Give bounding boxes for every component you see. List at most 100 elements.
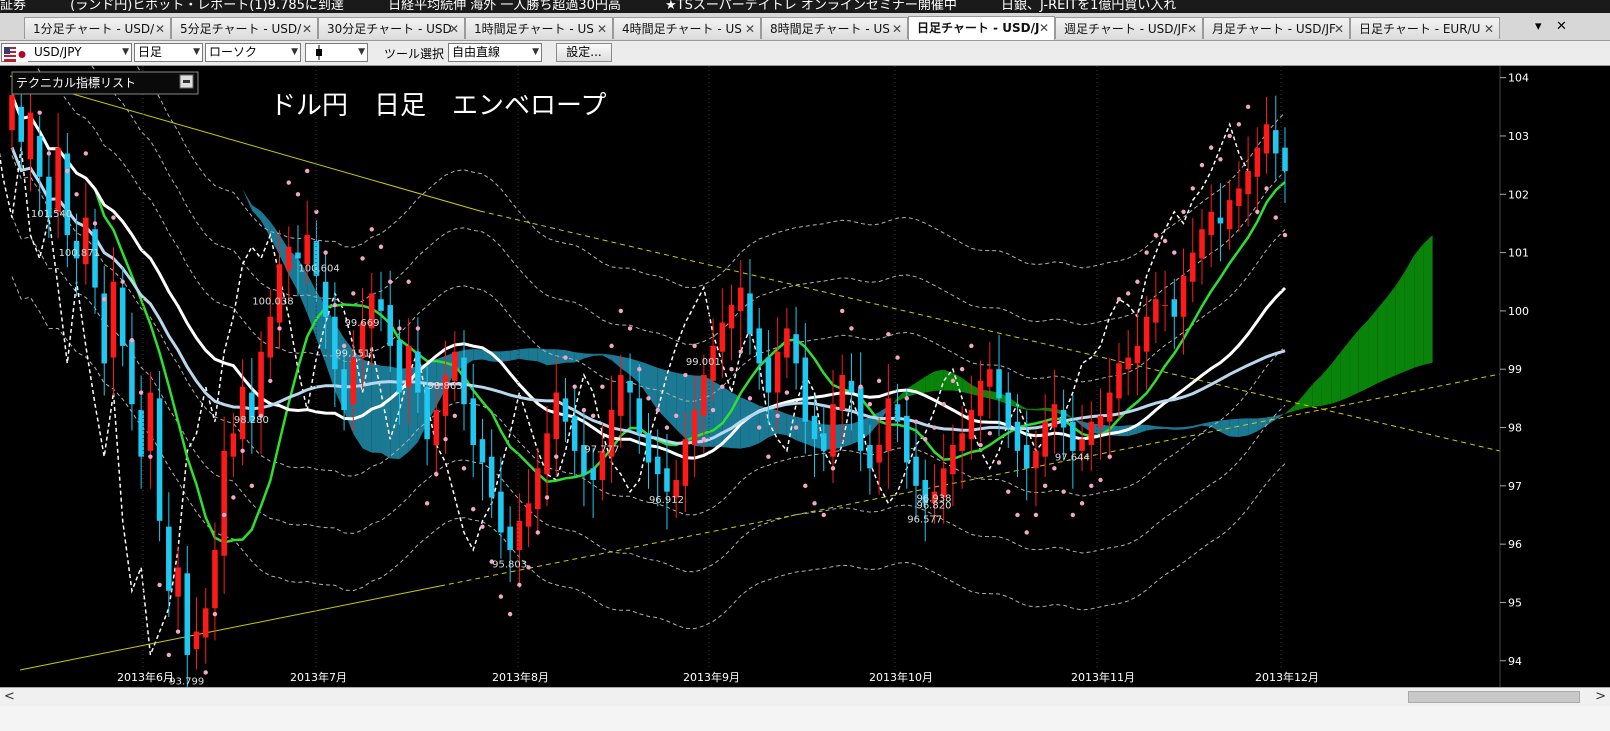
- sar-dot: [590, 413, 596, 419]
- tab-daily-usdjpy[interactable]: 日足チャート - USD/J ✕: [908, 16, 1055, 40]
- candle-body: [821, 433, 827, 451]
- sar-dot: [1061, 489, 1066, 494]
- candle-body: [765, 357, 772, 393]
- indicator-list-panel[interactable]: テクニカル指標リスト: [11, 71, 199, 95]
- status-footer: [0, 706, 1610, 731]
- horizontal-scrollbar[interactable]: < >: [0, 687, 1610, 706]
- price-annotation: 99.669: [345, 318, 380, 329]
- sar-dot: [969, 343, 974, 349]
- scroll-thumb[interactable]: [1408, 691, 1580, 703]
- sar-dot: [913, 419, 919, 424]
- sar-dot: [166, 652, 172, 658]
- sar-dot: [876, 378, 882, 384]
- sar-dot: [397, 326, 402, 331]
- tab-list-dropdown-icon[interactable]: ▾: [1535, 19, 1542, 34]
- ticker-item[interactable]: 日経平均続伸 海外 一人勝ち超過30円高: [388, 0, 621, 13]
- candle-body: [1199, 229, 1205, 259]
- candle-body: [959, 433, 965, 451]
- tab-1hour[interactable]: 1時間足チャート - US ✕: [465, 17, 613, 39]
- candle-body: [1153, 299, 1159, 323]
- close-icon[interactable]: ✕: [745, 18, 755, 39]
- timeframe-select[interactable]: 日足 ▼: [134, 43, 203, 62]
- close-icon[interactable]: ✕: [1187, 18, 1197, 39]
- candle-body: [571, 415, 578, 451]
- tab-30min[interactable]: 30分足チャート - USD ✕: [318, 17, 465, 39]
- y-tick-label: 100: [1508, 305, 1529, 318]
- tab-1min[interactable]: 1分足チャート - USD/✕: [24, 17, 171, 39]
- sar-dot: [1172, 250, 1177, 255]
- candle-body: [138, 410, 144, 457]
- sar-dot: [664, 425, 670, 430]
- close-all-icon[interactable]: ✕: [1556, 19, 1567, 34]
- cloud-segment: [528, 348, 538, 362]
- candle-body: [332, 316, 338, 370]
- close-icon[interactable]: ✕: [892, 18, 902, 39]
- tab-5min[interactable]: 5分足チャート - USD/✕: [171, 17, 318, 39]
- candle-body: [1180, 275, 1187, 317]
- symbol-select[interactable]: USD/JPY ▼: [1, 43, 132, 62]
- sar-dot: [240, 448, 245, 454]
- candle-body: [396, 340, 403, 393]
- candle-body: [1088, 421, 1095, 446]
- drawing-tool-select[interactable]: 自由直線 ▼: [448, 43, 542, 62]
- candle-body: [18, 106, 24, 142]
- price-chart[interactable]: 101.540 100.871 100.038 98.280 99.151 98.863 1…: [0, 66, 1610, 687]
- y-tick-label: 104: [1508, 72, 1529, 85]
- close-icon[interactable]: ✕: [1484, 18, 1494, 39]
- candle-body: [737, 287, 744, 311]
- close-icon[interactable]: ✕: [1039, 17, 1049, 39]
- x-tick-label: 2013年12月: [1255, 670, 1319, 684]
- tab-4hour[interactable]: 4時間足チャート - US ✕: [613, 17, 761, 39]
- candle-body: [535, 468, 541, 510]
- tab-8hour[interactable]: 8時間足チャート - US ✕: [761, 17, 908, 39]
- candle-body: [36, 135, 43, 177]
- close-icon[interactable]: ✕: [155, 18, 165, 39]
- candle-body: [627, 380, 633, 393]
- candle-body: [55, 147, 61, 212]
- tab-daily-eurusd[interactable]: 日足チャート - EUR/U ✕: [1350, 17, 1500, 39]
- candle-body: [405, 345, 412, 387]
- price-annotation: 95.803: [492, 560, 527, 571]
- cloud-segment: [519, 348, 529, 361]
- candle-type-select[interactable]: ▼: [305, 43, 368, 62]
- scroll-right-icon[interactable]: >: [1595, 689, 1606, 704]
- sar-dot: [1052, 466, 1057, 471]
- candle-body: [147, 392, 154, 451]
- candle-body: [276, 264, 283, 323]
- close-icon[interactable]: ✕: [449, 18, 459, 39]
- scroll-left-icon[interactable]: <: [4, 689, 15, 704]
- sar-dot: [295, 192, 301, 197]
- x-tick-label: 2013年10月: [869, 670, 933, 684]
- candle-body: [322, 281, 329, 317]
- chevron-down-icon: ▼: [358, 47, 365, 57]
- y-tick-label: 98: [1508, 422, 1522, 435]
- candle-body: [1226, 200, 1233, 230]
- sar-dot: [92, 221, 98, 226]
- candle-body: [110, 281, 117, 358]
- price-annotation: 100.871: [59, 248, 100, 259]
- chevron-down-icon: ▼: [193, 47, 200, 57]
- candle-body: [682, 439, 689, 486]
- close-icon[interactable]: ✕: [1334, 18, 1344, 39]
- close-icon[interactable]: ✕: [302, 18, 312, 39]
- chart-style-select[interactable]: ローソク ▼: [205, 43, 301, 62]
- tab-weekly[interactable]: 週足チャート - USD/JF ✕: [1055, 17, 1203, 39]
- sar-dot: [950, 378, 956, 384]
- indicator-list-label: テクニカル指標リスト: [16, 75, 136, 90]
- cloud-segment: [1174, 427, 1184, 430]
- price-annotation: 98.280: [234, 415, 269, 426]
- sar-dot: [304, 168, 310, 174]
- ticker-item[interactable]: 日銀、J-REITを1億円買い入れ: [1001, 0, 1176, 13]
- sar-dot: [249, 483, 255, 489]
- candle-body: [1097, 415, 1104, 428]
- close-icon[interactable]: ✕: [597, 18, 607, 39]
- ticker-item[interactable]: (ランド円)ヒボット・レポート(1)9.785に到達: [70, 0, 344, 13]
- sar-dot: [747, 396, 753, 401]
- ticker-item[interactable]: 証券: [0, 0, 26, 13]
- candle-body: [516, 520, 523, 550]
- news-ticker[interactable]: 証券 (ランド円)ヒボット・レポート(1)9.785に到達 日経平均続伸 海外 …: [0, 0, 1610, 13]
- settings-button[interactable]: 設定...: [556, 43, 612, 62]
- tab-monthly[interactable]: 月足チャート - USD/JF ✕: [1203, 17, 1350, 39]
- ticker-item[interactable]: ★TSスーパーデイトレ オンラインセミナー開催中: [665, 0, 957, 13]
- candle-body: [1079, 439, 1085, 451]
